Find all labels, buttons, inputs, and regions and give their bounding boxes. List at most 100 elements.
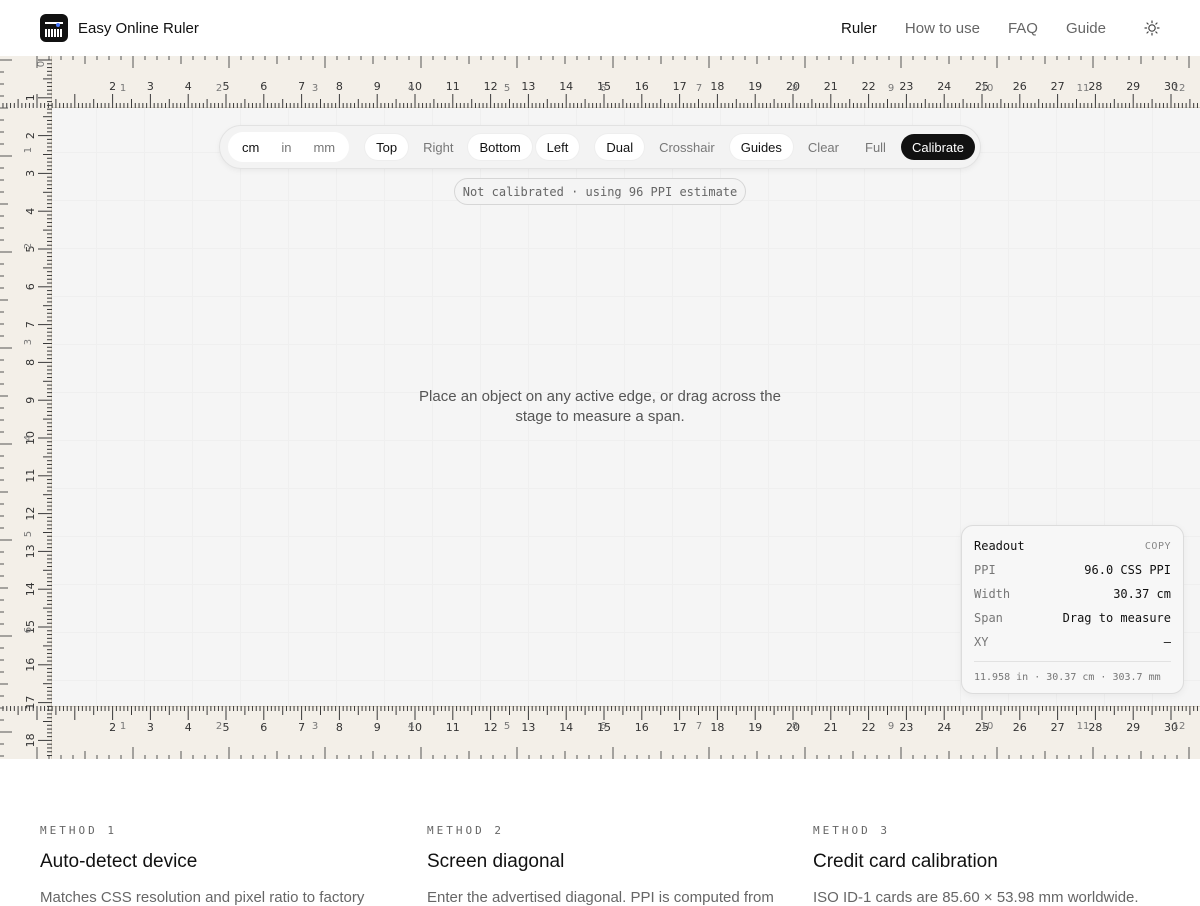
ruler-cm-label: 28	[1088, 80, 1102, 93]
readout-row-span: Span Drag to measure	[974, 611, 1171, 625]
unit-selector: cm in mm	[228, 132, 350, 162]
full-button[interactable]: Full	[854, 134, 897, 160]
ruler-cm-label: 27	[1051, 721, 1065, 734]
ruler-toolbar: cm in mm Top Right Bottom Left Dual Cros…	[219, 125, 981, 169]
ruler-cm-label: 2	[109, 721, 116, 734]
ruler-inch-label: 2	[216, 721, 222, 732]
readout-value: 30.37 cm	[1113, 587, 1171, 601]
ruler-cm-label: 3	[24, 170, 37, 177]
ruler-cm-label: 21	[824, 80, 838, 93]
ruler-cm-label: 26	[1013, 80, 1027, 93]
ruler-cm-label: 12	[24, 507, 37, 521]
ruler-cm-label: 9	[374, 721, 381, 734]
calibrate-button[interactable]: Calibrate	[900, 134, 975, 160]
ruler-cm-label: 24	[937, 80, 951, 93]
nav-guide[interactable]: Guide	[1066, 20, 1106, 37]
method-description: Enter the advertised diagonal. PPI is co…	[427, 889, 774, 906]
ruler-inch-label: 1	[120, 721, 126, 732]
ruler-cm-label: 16	[635, 80, 649, 93]
ruler-inch-label: 4	[23, 435, 34, 441]
ruler-cm-label: 1	[24, 94, 37, 101]
readout-summary: 11.958 in · 30.37 cm · 303.7 mm	[974, 661, 1171, 683]
edge-right-toggle[interactable]: Right	[412, 134, 464, 160]
ruler-cm-label: 4	[185, 80, 192, 93]
edge-left-toggle[interactable]: Left	[535, 134, 580, 160]
method-description: Matches CSS resolution and pixel ratio t…	[40, 889, 365, 906]
ruler-inch-label: 4	[408, 721, 414, 732]
method-card: METHOD 3 Credit card calibration ISO ID-…	[813, 824, 1173, 906]
ruler-cm-label: 6	[260, 721, 267, 734]
nav-faq[interactable]: FAQ	[1008, 20, 1038, 37]
method-title: Auto-detect device	[40, 851, 198, 872]
ruler-cm-label: 23	[899, 80, 913, 93]
ruler-inch-label: 1	[23, 147, 34, 153]
top-header: Easy Online Ruler Ruler How to use FAQ G…	[0, 0, 1200, 56]
readout-row-xy: XY —	[974, 635, 1171, 649]
ruler-cm-label: 11	[24, 469, 37, 483]
ruler-cm-label: 22	[862, 721, 876, 734]
ruler-cm-label: 8	[336, 721, 343, 734]
edge-top-toggle[interactable]: Top	[365, 134, 409, 160]
sun-icon[interactable]	[1144, 20, 1160, 36]
unit-in-button[interactable]: in	[270, 134, 302, 160]
ruler-cm-label: 13	[521, 721, 535, 734]
dual-toggle[interactable]: Dual	[595, 134, 645, 160]
crosshair-toggle[interactable]: Crosshair	[648, 134, 726, 160]
readout-value: Drag to measure	[1062, 611, 1171, 625]
ruler-cm-label: 2	[24, 132, 37, 139]
ruler-inch-label: 7	[696, 83, 702, 94]
guides-toggle[interactable]: Guides	[729, 134, 793, 160]
main-nav: Ruler How to use FAQ Guide	[841, 20, 1160, 37]
ruler-inch-label: 7	[696, 721, 702, 732]
unit-cm-button[interactable]: cm	[231, 134, 270, 160]
ruler-cm-label: 18	[24, 733, 37, 747]
readout-value: 96.0 CSS PPI	[1084, 563, 1171, 577]
ruler-inch-label: 4	[408, 83, 414, 94]
ruler-inch-label: 2	[23, 243, 34, 249]
ruler-cm-label: 24	[937, 721, 951, 734]
stage-hint: Place an object on any active edge, or d…	[419, 388, 781, 425]
ruler-cm-label: 14	[559, 80, 573, 93]
nav-how-to-use[interactable]: How to use	[905, 20, 980, 37]
unit-mm-button[interactable]: mm	[302, 134, 346, 160]
ruler-origin-label: 0	[36, 61, 47, 67]
ruler-cm-label: 3	[147, 721, 154, 734]
readout-key: PPI	[974, 563, 996, 577]
nav-ruler[interactable]: Ruler	[841, 20, 877, 37]
ruler-inch-label: 3	[312, 83, 318, 94]
app-logo[interactable]	[40, 14, 68, 42]
ruler-cm-label: 26	[1013, 721, 1027, 734]
readout-key: Span	[974, 611, 1003, 625]
ruler-inch-label: 5	[504, 721, 510, 732]
ruler-cm-label: 19	[748, 80, 762, 93]
method-label: METHOD 3	[813, 824, 890, 837]
ruler-cm-label: 29	[1126, 80, 1140, 93]
ruler-cm-label: 11	[446, 80, 460, 93]
ruler-cm-label: 7	[298, 80, 305, 93]
clear-button[interactable]: Clear	[797, 134, 850, 160]
ruler-inch-label: 10	[981, 721, 994, 732]
ruler-cm-label: 8	[24, 359, 37, 366]
method-title: Screen diagonal	[427, 851, 565, 872]
ruler-cm-label: 23	[899, 721, 913, 734]
ruler-cm-label: 4	[24, 208, 37, 215]
ruler-inch-label: 3	[312, 721, 318, 732]
readout-row-width: Width 30.37 cm	[974, 587, 1171, 601]
ruler-cm-label: 19	[748, 721, 762, 734]
ruler-cm-label: 8	[336, 80, 343, 93]
copy-button[interactable]: COPY	[1145, 541, 1171, 552]
ruler-stage[interactable]: 2 2 3 3 4 4 5 5 6 6 7 7 8 8 9 9 10 10 11 11 12 12 13 13 14 14 15 15…	[0, 56, 1200, 759]
ruler-cm-label: 18	[710, 721, 724, 734]
ruler-inch-label: 8	[792, 83, 798, 94]
edge-bottom-toggle[interactable]: Bottom	[468, 134, 532, 160]
method-title: Credit card calibration	[813, 851, 998, 872]
ruler-cm-label: 13	[24, 544, 37, 558]
readout-title: Readout	[974, 539, 1025, 553]
readout-value: —	[1163, 635, 1171, 649]
method-card: METHOD 2 Screen diagonal Enter the adver…	[427, 824, 787, 906]
ruler-cm-label: 16	[24, 658, 37, 672]
brand-name[interactable]: Easy Online Ruler	[78, 20, 199, 37]
ruler-cm-label: 17	[673, 721, 687, 734]
ruler-cm-label: 9	[374, 80, 381, 93]
ruler-inch-label: 6	[600, 83, 606, 94]
